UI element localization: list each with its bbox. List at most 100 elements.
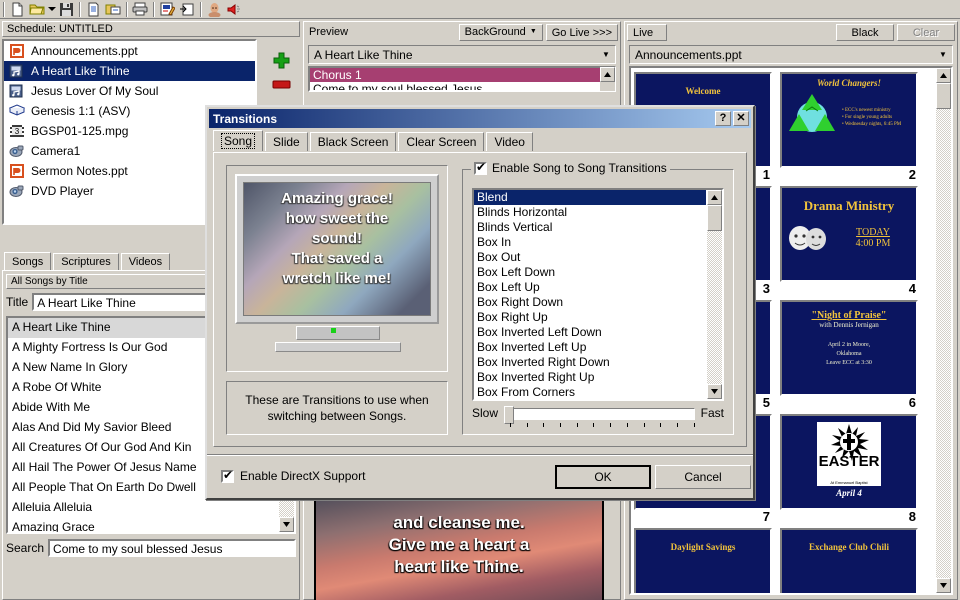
dialog-tab-slide[interactable]: Slide	[265, 132, 308, 151]
schedule-item-label: Camera1	[31, 144, 81, 158]
transition-item-6[interactable]: Box Left Up	[474, 280, 706, 295]
ok-button[interactable]: OK	[555, 465, 651, 489]
transition-item-1[interactable]: Blinds Horizontal	[474, 205, 706, 220]
slide-thumbnail-image[interactable]: "Night of Praise" with Dennis Jernigan Apr…	[780, 300, 918, 396]
chevron-down-icon[interactable]: ▼	[599, 50, 613, 59]
song-item-9[interactable]: Alleluia Alleluia	[8, 498, 278, 518]
search-label: Search	[6, 541, 45, 555]
edit-song-icon[interactable]	[157, 1, 177, 18]
slider-channel[interactable]	[510, 408, 695, 420]
dialog-tab-song[interactable]: Song	[213, 130, 264, 151]
enable-transitions-checkbox[interactable]	[474, 160, 487, 175]
dialog-tab-clear-screen[interactable]: Clear Screen	[398, 132, 485, 151]
slide-thumbnail-image[interactable]: Exchange Club Chili	[780, 528, 918, 593]
schedule-item-2[interactable]: Jesus Lover Of My Soul	[4, 81, 255, 101]
chevron-down-icon[interactable]: ▼	[936, 50, 950, 59]
scroll-down-button[interactable]	[936, 578, 951, 593]
help-button[interactable]: ?	[715, 111, 731, 126]
library-tab-songs[interactable]: Songs	[4, 252, 52, 270]
preview-slide-1[interactable]: Come to my soul blessed Jesus	[310, 82, 614, 90]
slide-thumbnail-2[interactable]: World Changers! • ECC's newest ministry • …	[780, 72, 918, 184]
scroll-up-button[interactable]	[936, 68, 951, 83]
schedule-item-0[interactable]: Announcements.ppt	[4, 41, 255, 61]
print-icon[interactable]	[130, 1, 150, 18]
transitions-scrollbar[interactable]	[707, 190, 722, 399]
scroll-thumb[interactable]	[707, 205, 722, 231]
transition-item-7[interactable]: Box Right Down	[474, 295, 706, 310]
live-header: Live Black Clear	[625, 22, 957, 42]
transition-item-3[interactable]: Box In	[474, 235, 706, 250]
slider-thumb[interactable]	[504, 406, 515, 424]
speaker-icon[interactable]	[224, 1, 244, 18]
dropdown-arrow-icon[interactable]	[47, 1, 56, 18]
open-folder-icon[interactable]	[27, 1, 47, 18]
slider-ticks	[510, 423, 695, 428]
slide-thumbnail-8[interactable]: EASTER At Emmanuel Baptist April 4 8	[780, 414, 918, 526]
transitions-list[interactable]: Blend Blinds Horizontal Blinds Vertical Box…	[472, 188, 724, 401]
go-live-button[interactable]: Go Live >>>	[545, 23, 618, 41]
schedule-item-label: BGSP01-125.mpg	[31, 124, 129, 138]
slide-thumbnail-4[interactable]: Drama Ministry TODAY 4:00 PM 4	[780, 186, 918, 298]
transition-item-10[interactable]: Box Inverted Left Up	[474, 340, 706, 355]
transition-item-0[interactable]: Blend	[474, 190, 706, 205]
search-input[interactable]: Come to my soul blessed Jesus	[48, 539, 296, 557]
slide-thumbnail-10[interactable]: Exchange Club Chili10	[780, 528, 918, 593]
slide-thumbnail-9[interactable]: Daylight Savings9	[634, 528, 772, 593]
slide-thumbnail-6[interactable]: "Night of Praise" with Dennis Jernigan Apr…	[780, 300, 918, 412]
slide-thumbnail-image[interactable]: World Changers! • ECC's newest ministry • …	[780, 72, 918, 168]
live-grid-scrollbar[interactable]	[936, 68, 951, 593]
dialog-tabs[interactable]: Song Slide Black Screen Clear Screen Video	[213, 130, 747, 151]
scroll-down-button[interactable]	[707, 384, 722, 399]
slide-thumbnail-image[interactable]: EASTER At Emmanuel Baptist April 4	[780, 414, 918, 510]
transition-item-4[interactable]: Box Out	[474, 250, 706, 265]
cancel-button[interactable]: Cancel	[655, 465, 751, 489]
transition-item-13[interactable]: Box From Corners	[474, 385, 706, 399]
slide-content: Exchange Club Chili	[782, 530, 916, 593]
insert-icon[interactable]	[177, 1, 197, 18]
transition-item-8[interactable]: Box Right Up	[474, 310, 706, 325]
dialog-title-bar[interactable]: Transitions ? ✕	[209, 109, 751, 128]
transition-item-11[interactable]: Box Inverted Right Down	[474, 355, 706, 370]
background-button[interactable]: BackGround ▼	[458, 23, 543, 41]
scroll-track[interactable]	[936, 83, 951, 578]
scroll-up-button[interactable]	[600, 67, 615, 82]
add-item-button[interactable]	[264, 47, 298, 73]
transition-speed-slider[interactable]	[504, 406, 695, 428]
remove-item-button[interactable]	[264, 73, 298, 95]
new-document-icon[interactable]	[7, 1, 27, 18]
save-disk-icon[interactable]	[56, 1, 76, 18]
transition-item-2[interactable]: Blinds Vertical	[474, 220, 706, 235]
dialog-tab-black-screen[interactable]: Black Screen	[309, 132, 397, 151]
transition-item-9[interactable]: Box Inverted Left Down	[474, 325, 706, 340]
live-item-combo[interactable]: Announcements.ppt ▼	[629, 45, 953, 64]
close-icon[interactable]: ✕	[733, 111, 749, 126]
import-icon[interactable]	[103, 1, 123, 18]
song-item-10[interactable]: Amazing Grace	[8, 518, 278, 532]
transition-item-5[interactable]: Box Left Down	[474, 265, 706, 280]
transition-item-14[interactable]: Box To Corners	[474, 400, 706, 401]
slide-thumbnail-image[interactable]: Daylight Savings	[634, 528, 772, 593]
person-icon[interactable]	[204, 1, 224, 18]
directx-row[interactable]: Enable DirectX Support	[221, 468, 365, 483]
preview-item-combo[interactable]: A Heart Like Thine ▼	[308, 45, 616, 64]
dialog-tab-video[interactable]: Video	[486, 132, 533, 151]
library-tab-scriptures[interactable]: Scriptures	[53, 253, 119, 270]
scroll-thumb[interactable]	[936, 83, 951, 109]
scroll-up-button[interactable]	[707, 190, 722, 205]
slide-thumbnail-image[interactable]: Drama Ministry TODAY 4:00 PM	[780, 186, 918, 282]
scroll-track[interactable]	[707, 205, 722, 384]
scroll-down-button[interactable]	[279, 517, 294, 532]
preview-slide-list[interactable]: Chorus 1 Come to my soul blessed Jesus	[308, 66, 616, 92]
preview-slide-0[interactable]: Chorus 1	[310, 68, 614, 82]
schedule-item-1[interactable]: A Heart Like Thine	[4, 61, 255, 81]
live-button[interactable]: Live	[627, 23, 667, 41]
transition-item-12[interactable]: Box Inverted Right Up	[474, 370, 706, 385]
directx-checkbox[interactable]	[221, 468, 234, 483]
black-button[interactable]: Black	[836, 23, 894, 41]
enable-transitions-row[interactable]: Enable Song to Song Transitions	[471, 160, 670, 175]
transition-description: These are Transitions to use when switch…	[226, 381, 448, 435]
preview-slide-scrollbar[interactable]	[600, 67, 615, 91]
new-schedule-icon[interactable]	[83, 1, 103, 18]
library-tab-videos[interactable]: Videos	[120, 253, 171, 270]
transition-preview-box: Amazing grace! how sweet the sound! That sa…	[226, 165, 448, 372]
